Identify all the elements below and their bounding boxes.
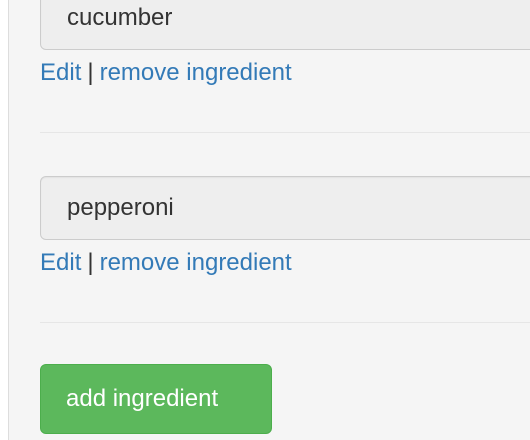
ingredient-name-box: cucumber — [40, 0, 530, 50]
ingredient-actions: Edit | remove ingredient — [40, 61, 292, 85]
divider — [40, 132, 530, 133]
ingredient-name-box: pepperoni — [40, 176, 530, 240]
divider — [40, 322, 530, 323]
ingredient-name: cucumber — [67, 4, 173, 31]
ingredient-name: pepperoni — [67, 194, 174, 221]
remove-ingredient-link[interactable]: remove ingredient — [100, 249, 292, 276]
ingredient-actions: Edit | remove ingredient — [40, 251, 292, 275]
link-separator: | — [87, 59, 94, 86]
edit-ingredient-link[interactable]: Edit — [40, 249, 81, 276]
link-separator: | — [87, 249, 94, 276]
edit-ingredient-link[interactable]: Edit — [40, 59, 81, 86]
remove-ingredient-link[interactable]: remove ingredient — [100, 59, 292, 86]
